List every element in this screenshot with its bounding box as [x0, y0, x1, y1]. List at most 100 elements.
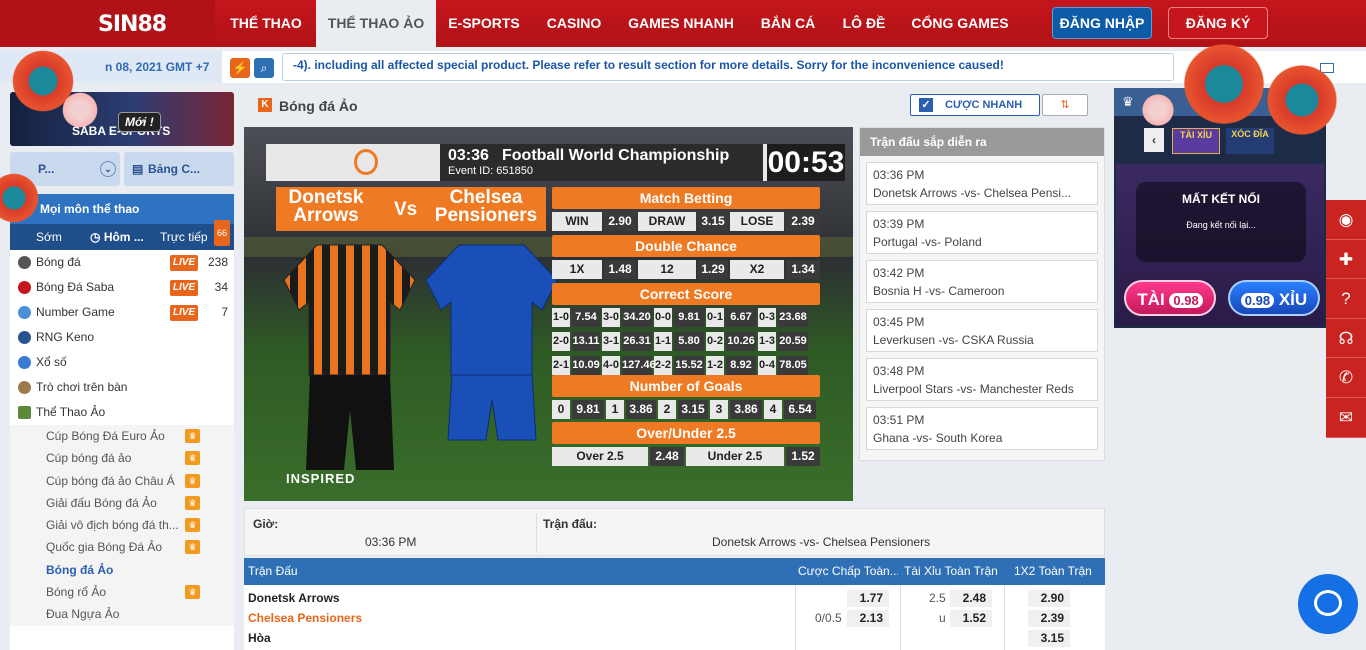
market-row: WIN 2.90 DRAW 3.15 LOSE 2.39	[552, 212, 820, 233]
sub-label: Quốc gia Bóng Đá Ảo	[46, 540, 163, 555]
chevron-down-icon[interactable]: ⌄	[100, 161, 116, 177]
sub-item[interactable]: Cúp Bóng Đá Euro Ảo ♛	[10, 425, 234, 448]
odds-value[interactable]: 15.52	[674, 356, 704, 375]
odds-value[interactable]: 26.31	[622, 332, 652, 351]
upcoming-item[interactable]: 03:42 PM Bosnia H -vs- Cameroon	[866, 260, 1098, 303]
x12-odds[interactable]: 2.90	[1028, 590, 1070, 607]
register-button[interactable]: ĐĂNG KÝ	[1168, 7, 1268, 39]
tab-bang-cuoc[interactable]: ▤ Bảng C...	[124, 152, 234, 186]
sport-item-table-games[interactable]: Trò chơi trên bàn	[10, 375, 234, 400]
xoc-dia-game-tab[interactable]: XÓC ĐĨA	[1226, 128, 1274, 154]
odds-value[interactable]: 9.81	[674, 308, 704, 327]
odds-value[interactable]: 78.05	[778, 356, 808, 375]
market-header: Over/Under 2.5	[552, 422, 820, 444]
handicap-odds[interactable]: 2.13	[847, 610, 889, 627]
sport-item-the-thao-ao[interactable]: Thể Thao Ảo	[10, 400, 234, 425]
sport-item-bong-da-saba[interactable]: Bóng Đá Saba LIVE 34	[10, 275, 234, 300]
sport-item-bong-da[interactable]: Bóng đá LIVE 238	[10, 250, 234, 275]
odds-value[interactable]: 3.86	[730, 400, 762, 419]
quick-bet-toggle[interactable]: ✓ CƯỢC NHANH	[910, 94, 1040, 116]
all-sports-header[interactable]: Mọi môn thể thao	[10, 194, 234, 224]
x12-odds[interactable]: 2.39	[1028, 610, 1070, 627]
sub-item[interactable]: Đua Ngựa Ảo	[10, 603, 234, 626]
odds-value[interactable]: 6.54	[784, 400, 816, 419]
nav-ban-ca[interactable]: BẮN CÁ	[756, 0, 820, 47]
live-count-badge: 66	[213, 220, 230, 246]
nav-the-thao-ao[interactable]: THỂ THAO ẢO	[316, 0, 436, 47]
nav-games-nhanh[interactable]: GAMES NHANH	[624, 0, 738, 47]
odds-value[interactable]: 2.39	[786, 212, 820, 231]
upcoming-item[interactable]: 03:51 PM Ghana -vs- South Korea	[866, 407, 1098, 450]
checkbox-icon[interactable]: ✓	[919, 98, 933, 112]
tab-live[interactable]: Trực tiếp 66	[160, 220, 232, 250]
odds-value[interactable]: 13.11	[572, 332, 600, 351]
help-icon[interactable]: ?	[1326, 279, 1366, 319]
messenger-icon[interactable]: ✉	[1326, 398, 1366, 438]
odds-value[interactable]: 1.48	[604, 260, 636, 279]
sport-item-rng-keno[interactable]: RNG Keno	[10, 325, 234, 350]
odds-value[interactable]: 6.67	[726, 308, 756, 327]
odds-value[interactable]: 3.86	[626, 400, 656, 419]
odds-value[interactable]: 20.59	[778, 332, 808, 351]
sport-item-xo-so[interactable]: Xổ số	[10, 350, 234, 375]
odds-value[interactable]: 10.26	[726, 332, 756, 351]
xiu-odds: 0.98	[1240, 293, 1275, 308]
crown-icon: ♛	[1122, 94, 1134, 109]
tai-button[interactable]: TÀI 0.98	[1124, 280, 1216, 316]
nav-lo-de[interactable]: LÔ ĐỀ	[838, 0, 890, 47]
sub-item[interactable]: Giải đấu Bóng đá Ảo ♛	[10, 491, 234, 515]
sort-button[interactable]: ⇅	[1042, 94, 1088, 116]
x12-odds[interactable]: 3.15	[1028, 630, 1070, 647]
search-icon[interactable]: ⌕	[254, 58, 274, 78]
phone-icon[interactable]: ✆	[1326, 358, 1366, 398]
sub-item-current[interactable]: Bóng đá Ảo	[10, 558, 234, 582]
odds-value[interactable]: 9.81	[572, 400, 604, 419]
gift-icon[interactable]: ✚	[1326, 240, 1366, 280]
odds-value[interactable]: 34.20	[622, 308, 652, 327]
xiu-button[interactable]: 0.98 XỈU	[1228, 280, 1320, 316]
odds-value[interactable]: 3.15	[678, 400, 708, 419]
handicap-odds[interactable]: 1.77	[847, 590, 889, 607]
odds-value[interactable]: 5.80	[674, 332, 704, 351]
sub-item[interactable]: Cúp bóng đá ảo Châu Á ♛	[10, 469, 234, 492]
upcoming-item[interactable]: 03:48 PM Liverpool Stars -vs- Manchester …	[866, 358, 1098, 401]
tai-xiu-game-tab[interactable]: TÀI XỈU	[1172, 128, 1220, 154]
odds-value[interactable]: 8.92	[726, 356, 756, 375]
prev-game-button[interactable]: ‹	[1144, 128, 1164, 152]
sub-item[interactable]: Giải vô địch bóng đá th... ♛	[10, 514, 234, 537]
account-icon[interactable]: ◉	[1326, 200, 1366, 240]
upcoming-item[interactable]: 03:45 PM Leverkusen -vs- CSKA Russia	[866, 309, 1098, 352]
ou-odds[interactable]: 2.48	[950, 590, 992, 607]
login-button[interactable]: ĐĂNG NHẬP	[1052, 7, 1152, 39]
odds-value[interactable]: 10.09	[572, 356, 600, 375]
odds-value[interactable]: 23.68	[778, 308, 808, 327]
flash-icon[interactable]: ⚡	[230, 58, 250, 78]
nav-esports[interactable]: E-SPORTS	[444, 0, 524, 47]
ou-odds[interactable]: 1.52	[950, 610, 992, 627]
nav-casino[interactable]: CASINO	[540, 0, 608, 47]
upcoming-item[interactable]: 03:36 PM Donetsk Arrows -vs- Chelsea Pens…	[866, 162, 1098, 205]
sub-item[interactable]: Bóng rổ Ảo ♛	[10, 581, 234, 604]
tab-today[interactable]: ◷ Hôm ...	[90, 224, 144, 250]
live-video[interactable]: 03:36 Football World Championship Event …	[244, 127, 853, 501]
site-logo[interactable]: SIN88	[98, 12, 167, 37]
sport-item-number-game[interactable]: Number Game LIVE 7	[10, 300, 234, 325]
tab-early[interactable]: Sớm	[36, 224, 62, 250]
chat-button[interactable]	[1298, 574, 1358, 634]
sub-item[interactable]: Cúp bóng đá ảo ♛	[10, 447, 234, 470]
odds-value[interactable]: 127.46	[622, 356, 656, 375]
odds-value[interactable]: 7.54	[572, 308, 600, 327]
upcoming-time: 03:45 PM	[873, 315, 925, 329]
sub-item[interactable]: Quốc gia Bóng Đá Ảo ♛	[10, 536, 234, 559]
support-icon[interactable]: ☊	[1326, 319, 1366, 359]
sport-label: Number Game	[36, 305, 115, 319]
nav-cong-games[interactable]: CỔNG GAMES	[908, 0, 1012, 47]
odds-value[interactable]: 2.48	[650, 447, 684, 466]
odds-value[interactable]: 1.29	[698, 260, 728, 279]
odds-value[interactable]: 3.15	[698, 212, 728, 231]
nav-the-thao[interactable]: THỂ THAO	[222, 0, 310, 47]
odds-value[interactable]: 2.90	[604, 212, 636, 231]
odds-value[interactable]: 1.34	[786, 260, 820, 279]
upcoming-item[interactable]: 03:39 PM Portugal -vs- Poland	[866, 211, 1098, 254]
odds-value[interactable]: 1.52	[786, 447, 820, 466]
